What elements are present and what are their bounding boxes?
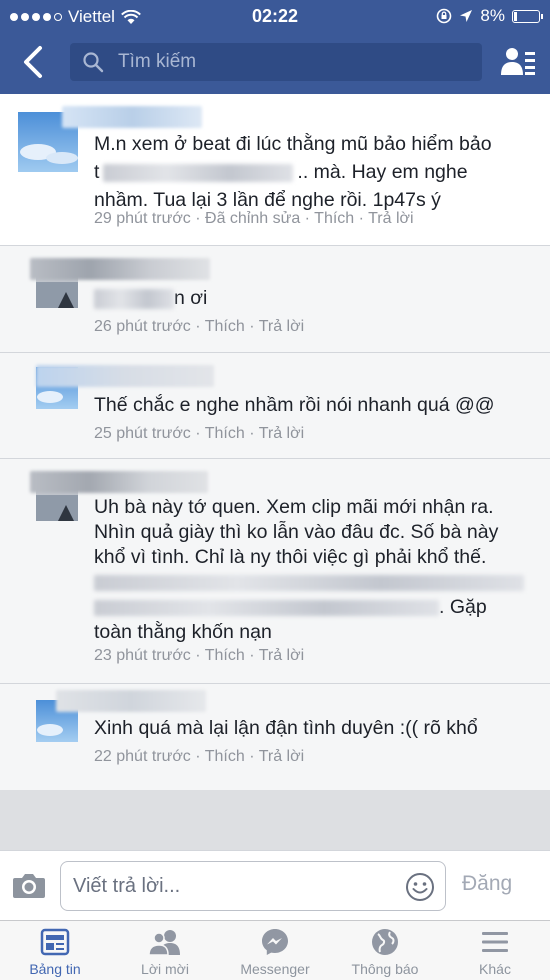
edited-label[interactable]: Đã chỉnh sửa	[205, 210, 300, 227]
comment-time: 23 phút trước	[94, 647, 191, 664]
reply-input-box[interactable]	[60, 861, 446, 911]
globe-icon	[372, 929, 398, 955]
tab-notifications[interactable]: Thông báo	[330, 921, 440, 980]
tab-label: Khác	[479, 961, 511, 977]
comment-text: Thế chắc e nghe nhầm rồi nói nhanh quá @…	[94, 394, 495, 416]
bottom-tab-bar: Bảng tin Lời mời Messenger Thông báo Khá…	[0, 920, 550, 980]
friend-requests-icon	[148, 930, 180, 956]
reply-bar: Đăng	[0, 850, 550, 920]
status-bar: Viettel 02:22 8%	[0, 0, 550, 34]
comment-text: n ơi	[94, 284, 534, 312]
comment-item: n ơi 26 phút trước · Thích · Trả lời	[0, 246, 550, 353]
news-feed-icon	[40, 928, 70, 956]
smiley-icon[interactable]	[405, 872, 435, 902]
search-bar[interactable]	[70, 43, 482, 81]
comment-time: 22 phút trước	[94, 748, 191, 765]
messenger-icon	[262, 929, 288, 955]
comment-text: Uh bà này tớ quen. Xem clip mãi mới nhận…	[94, 495, 539, 645]
top-bar: Viettel 02:22 8%	[0, 0, 550, 94]
post-button[interactable]: Đăng	[462, 872, 512, 896]
search-input[interactable]	[118, 49, 468, 75]
commenter-name[interactable]	[30, 471, 208, 493]
tab-label: Messenger	[240, 961, 310, 977]
comment-text: Xinh quá mà lại lận đận tình duyên :(( r…	[94, 717, 478, 739]
comment-text: M.n xem ở beat đi lúc thằng mũ bảo hiểm …	[94, 133, 492, 211]
commenter-name[interactable]	[56, 690, 206, 712]
reply-link[interactable]: Trả lời	[259, 748, 304, 765]
battery-percent: 8%	[480, 6, 505, 25]
reply-link[interactable]: Trả lời	[259, 425, 304, 442]
rotation-lock-icon	[437, 8, 452, 24]
comment-item: Xinh quá mà lại lận đận tình duyên :(( r…	[0, 684, 550, 790]
reply-link[interactable]: Trả lời	[368, 210, 413, 227]
back-chevron-icon[interactable]	[18, 44, 48, 80]
friend-list-icon[interactable]	[500, 45, 536, 79]
commenter-name[interactable]	[62, 106, 202, 128]
reply-input[interactable]	[73, 872, 393, 900]
comment-meta: 29 phút trước · Đã chỉnh sửa · Thích · T…	[94, 210, 414, 227]
like-link[interactable]: Thích	[205, 318, 245, 335]
comment-meta: 25 phút trước · Thích · Trả lời	[94, 425, 305, 442]
like-link[interactable]: Thích	[205, 647, 245, 664]
tab-more[interactable]: Khác	[440, 921, 550, 980]
menu-icon	[482, 932, 508, 952]
like-link[interactable]: Thích	[205, 425, 245, 442]
comment-time: 25 phút trước	[94, 425, 191, 442]
search-icon	[83, 52, 104, 73]
commenter-name[interactable]	[36, 365, 214, 387]
reply-link[interactable]: Trả lời	[259, 318, 304, 335]
comment-item: M.n xem ở beat đi lúc thằng mũ bảo hiểm …	[0, 94, 550, 246]
reply-link[interactable]: Trả lời	[259, 647, 304, 664]
tab-news-feed[interactable]: Bảng tin	[0, 921, 110, 980]
comment-meta: 22 phút trước · Thích · Trả lời	[94, 748, 305, 765]
tab-label: Thông báo	[351, 961, 419, 977]
comment-item: Thế chắc e nghe nhầm rồi nói nhanh quá @…	[0, 353, 550, 459]
like-link[interactable]: Thích	[314, 210, 354, 227]
comment-meta: 23 phút trước · Thích · Trả lời	[94, 647, 305, 664]
like-link[interactable]: Thích	[205, 748, 245, 765]
tab-label: Bảng tin	[29, 961, 81, 977]
comment-list: M.n xem ở beat đi lúc thằng mũ bảo hiểm …	[0, 94, 550, 790]
comment-time: 29 phút trước	[94, 210, 191, 227]
comment-item: Uh bà này tớ quen. Xem clip mãi mới nhận…	[0, 459, 550, 684]
camera-icon[interactable]	[12, 871, 46, 899]
location-arrow-icon	[460, 10, 473, 22]
comment-time: 26 phút trước	[94, 318, 191, 335]
commenter-name[interactable]	[30, 258, 210, 280]
tab-label: Lời mời	[141, 961, 189, 977]
tab-friend-requests[interactable]: Lời mời	[110, 921, 220, 980]
battery-icon	[512, 9, 543, 23]
comment-meta: 26 phút trước · Thích · Trả lời	[94, 318, 305, 335]
tab-messenger[interactable]: Messenger	[220, 921, 330, 980]
empty-area	[0, 790, 550, 850]
